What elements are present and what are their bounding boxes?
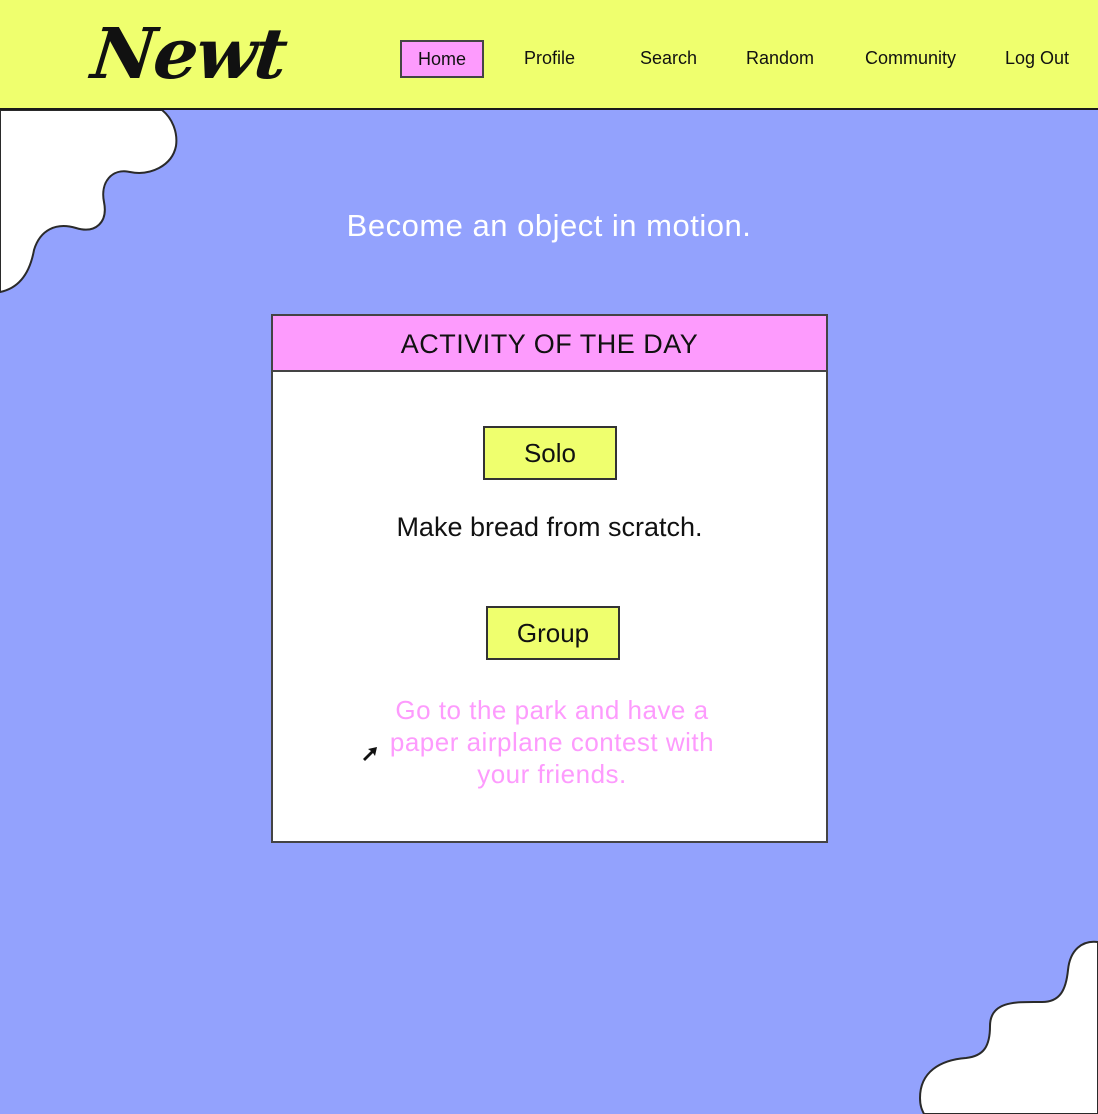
nav-search[interactable]: Search [640,40,697,76]
top-nav-bar: Newt Home Profile Search Random Communit… [0,0,1098,110]
nav-community[interactable]: Community [865,40,956,76]
newt-logo[interactable]: Newt [88,12,290,96]
nav-random[interactable]: Random [746,40,814,76]
solo-button[interactable]: Solo [483,426,617,480]
cloud-decoration-bottom-right [918,940,1098,1114]
activity-of-the-day-card: ACTIVITY OF THE DAY Solo Make bread from… [271,314,828,843]
nav-home[interactable]: Home [400,40,485,78]
solo-activity-text: Make bread from scratch. [396,512,703,542]
group-activity-text: Go to the park and have a paper airplane… [389,695,715,789]
cursor-arrow-icon [363,747,377,761]
nav-log-out[interactable]: Log Out [1005,40,1069,76]
cloud-decoration-top-left [0,110,178,294]
hero-tagline: Become an object in motion. [346,208,752,243]
card-title: ACTIVITY OF THE DAY [273,316,826,372]
group-button[interactable]: Group [486,606,620,660]
nav-profile[interactable]: Profile [524,40,575,76]
